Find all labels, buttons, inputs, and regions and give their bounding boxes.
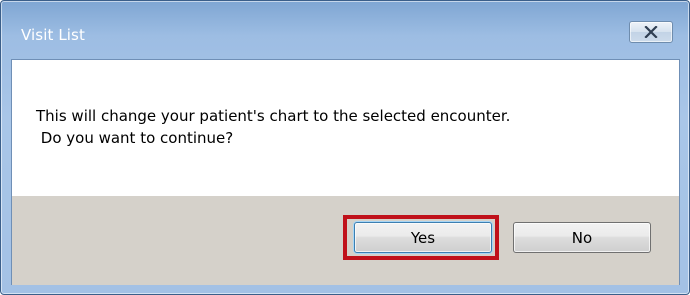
- close-icon: [644, 26, 658, 38]
- message-area: This will change your patient's chart to…: [12, 60, 679, 196]
- message-line-2: Do you want to continue?: [36, 129, 234, 147]
- message-line-1: This will change your patient's chart to…: [36, 107, 511, 125]
- visit-list-dialog: Visit List This will change your patient…: [0, 0, 690, 295]
- window-title: Visit List: [21, 26, 85, 44]
- confirmation-message: This will change your patient's chart to…: [36, 105, 510, 149]
- title-bar[interactable]: Visit List: [1, 1, 689, 44]
- button-area: Yes No: [12, 196, 679, 285]
- no-button[interactable]: No: [513, 222, 651, 253]
- close-button[interactable]: [629, 21, 673, 43]
- dialog-client-area: This will change your patient's chart to…: [11, 59, 680, 285]
- yes-button[interactable]: Yes: [354, 222, 492, 253]
